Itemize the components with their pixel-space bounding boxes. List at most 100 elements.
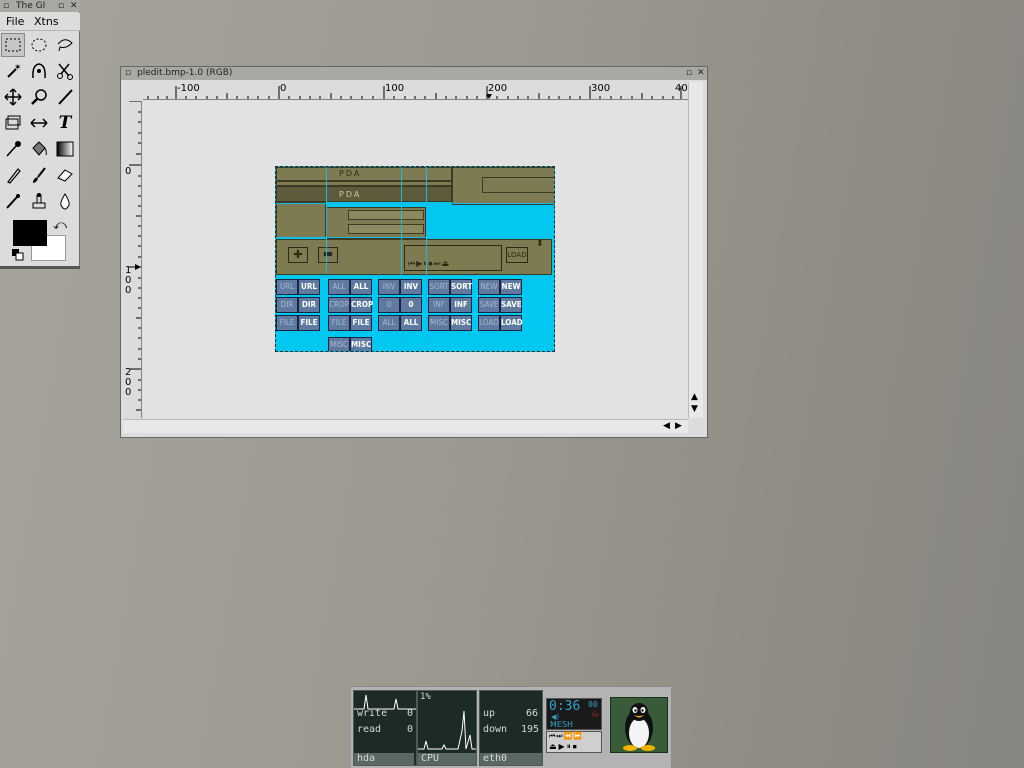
lasso-icon[interactable] [53,33,77,57]
close-icon[interactable]: ✕ [697,67,705,80]
default-colors-icon[interactable] [12,249,24,261]
window-menu-icon[interactable]: ▫ [125,67,131,80]
magnify-icon[interactable] [27,85,51,109]
btn-all-bold[interactable]: ALL [350,279,372,295]
btn-file[interactable]: FILE [276,315,298,331]
btn-url[interactable]: URL [276,279,298,295]
ruler-label: 300 [591,83,611,94]
player-nav-buttons[interactable]: ⏮⏭⏪⏩ [549,732,583,741]
vertical-scrollbar[interactable]: ▲ ▼ [688,82,703,418]
btn-all-2[interactable]: ALL [378,315,400,331]
horizontal-ruler[interactable]: -100 0 100 200 300 40 [143,82,688,100]
close-icon[interactable]: ✕ [70,0,78,12]
scissors-icon[interactable] [53,59,77,83]
hda-write-label: write [357,708,388,719]
horizontal-scrollbar[interactable]: ◀ ▶ [123,419,688,433]
ruler-corner[interactable] [123,82,142,100]
btn-misc-2[interactable]: MISC [328,337,350,351]
btn-new[interactable]: NEW [478,279,500,295]
media-player-dockapp[interactable]: 0:36 00 ◀) MESH ♾ [546,698,602,730]
tux-penguin-icon [623,703,655,751]
btn-dir[interactable]: DIR [276,297,298,313]
btn-all-2-bold[interactable]: ALL [400,315,422,331]
btn-sort-bold[interactable]: SORT [450,279,472,295]
net-monitor[interactable]: up 66 down 195 eth0 [479,690,543,766]
toolbox-menubar: File Xtns [0,13,80,31]
scroll-right-arrow-icon[interactable]: ▶ [675,421,682,431]
scroll-down-arrow-icon[interactable]: ▼ [691,404,698,414]
color-picker-icon[interactable] [1,137,25,161]
scroll-up-arrow-icon[interactable]: ▲ [691,392,698,402]
btn-dir-bold[interactable]: DIR [298,297,320,313]
btn-sort[interactable]: SORT [428,279,450,295]
text-tool-icon[interactable]: T [53,111,77,135]
menu-xtns[interactable]: Xtns [34,15,59,29]
player-controls[interactable]: ⏮⏭⏪⏩ ⏏▶⏸⏹ [546,731,602,753]
tux-dockapp[interactable] [610,697,668,753]
toolbox-titlebar[interactable]: ▫ The GI ▫ ✕ [0,0,80,12]
ruler-label: 0 [280,83,287,94]
swap-colors-icon[interactable]: ⤺ [53,218,67,233]
player-play-buttons[interactable]: ⏏▶⏸⏹ [549,742,579,752]
fuzzy-select-icon[interactable]: ✶ [1,59,25,83]
window-menu-icon[interactable]: ▫ [3,0,9,12]
net-label: eth0 [480,753,542,765]
transform-icon[interactable] [1,111,25,135]
pda-add-button[interactable]: ✚ [288,247,308,263]
image-window-titlebar[interactable]: ▫ pledit.bmp-1.0 (RGB) ▫ ✕ [121,67,707,80]
btn-new-bold[interactable]: NEW [500,279,522,295]
btn-inf-bold[interactable]: INF [450,297,472,313]
flip-icon[interactable] [27,111,51,135]
btn-load[interactable]: LOAD [478,315,500,331]
player-time: 0:36 [549,699,581,714]
btn-misc[interactable]: MISC [428,315,450,331]
pda-load-button[interactable]: LOAD [506,247,528,263]
airbrush-icon[interactable] [1,189,25,213]
btn-file-bold[interactable]: FILE [298,315,320,331]
btn-load-bold[interactable]: LOAD [500,315,523,331]
foreground-color-swatch[interactable] [13,220,47,246]
net-up-value: 66 [526,708,539,719]
btn-inf[interactable]: INF [428,297,450,313]
hda-write-value: 0 [407,708,414,719]
convolve-drop-icon[interactable] [53,189,77,213]
minimize-icon[interactable]: ▫ [58,0,64,12]
btn-all[interactable]: ALL [328,279,350,295]
cpu-monitor[interactable]: 1% CPU [417,690,477,766]
bucket-fill-icon[interactable] [27,137,51,161]
btn-crop-bold[interactable]: CROP [350,297,373,313]
clone-stamp-icon[interactable] [27,189,51,213]
hda-label: hda [354,753,414,765]
scroll-left-arrow-icon[interactable]: ◀ [663,421,670,431]
btn-misc-bold[interactable]: MISC [450,315,472,331]
btn-crop[interactable]: CROP [328,297,350,313]
btn-save-bold[interactable]: SAVE [500,297,522,313]
btn-file-2[interactable]: FILE [328,315,350,331]
btn-inv-bold[interactable]: INV [400,279,422,295]
ellipse-select-icon[interactable] [27,33,51,57]
btn-zero-bold[interactable]: 0 [400,297,422,313]
btn-misc-2-bold[interactable]: MISC [350,337,372,351]
pda-remove-button[interactable]: ▬ [318,247,338,263]
hda-monitor[interactable]: write 0 read 0 hda [353,690,417,766]
btn-inv[interactable]: INV [378,279,400,295]
btn-save[interactable]: SAVE [478,297,500,313]
pencil-icon[interactable] [1,163,25,187]
eraser-icon[interactable] [53,163,77,187]
crop-knife-icon[interactable] [53,85,77,109]
gradient-icon[interactable] [53,137,77,161]
maximize-icon[interactable]: ▫ [686,67,692,80]
pda-skin-image[interactable]: PDA PDA ✚ ▬ ⏮▶⏸⏹⏭⏏ LOAD ⬍ URL URL ALL AL… [275,166,555,352]
pda-left-panel [276,202,326,238]
btn-file-2-bold[interactable]: FILE [350,315,372,331]
btn-zero[interactable]: 0 [378,297,400,313]
btn-url-bold[interactable]: URL [298,279,320,295]
paintbrush-icon[interactable] [27,163,51,187]
pda-transport-controls[interactable]: ⏮▶⏸⏹⏭⏏ [408,259,450,269]
move-icon[interactable] [1,85,25,109]
rect-select-icon[interactable] [1,33,25,57]
pda-spin-arrows-icon[interactable]: ⬍ [536,239,544,249]
menu-file[interactable]: File [6,15,24,29]
bezier-select-icon[interactable] [27,59,51,83]
vertical-ruler[interactable]: 0 1 0 0 2 0 0 [123,101,142,418]
